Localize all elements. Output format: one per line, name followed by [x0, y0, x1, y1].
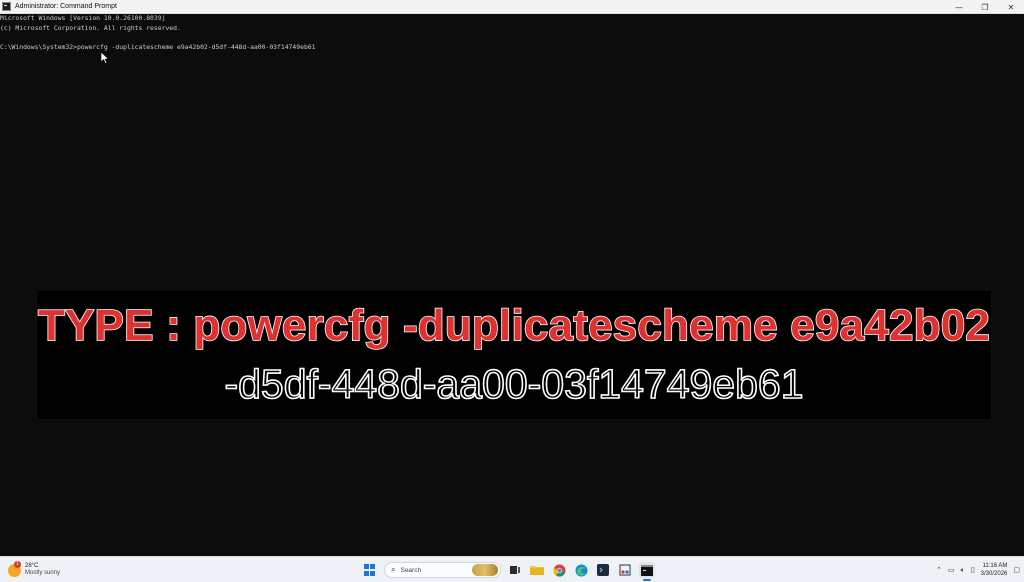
active-app-indicator — [643, 579, 651, 581]
close-button[interactable]: ✕ — [998, 0, 1024, 14]
search-placeholder: Search — [400, 566, 422, 574]
weather-temperature: 28°C — [25, 563, 39, 569]
console-line: (c) Microsoft Corporation. All rights re… — [0, 23, 181, 32]
mouse-pointer-icon — [101, 52, 109, 64]
battery-icon[interactable]: ▯ — [971, 566, 975, 574]
terminal-icon — [597, 564, 609, 576]
command-prompt-app-icon — [2, 2, 11, 11]
notification-icon[interactable]: ▢ — [1013, 566, 1020, 574]
taskbar-apps: ⌕ Search — [362, 560, 655, 581]
weather-condition: Mostly sunny — [25, 570, 61, 576]
command-prompt-icon — [641, 564, 653, 576]
taskbar: 1 28°C Mostly sunny ⌕ Search ⌃ ▭ 🔈︎ ▯ 11… — [0, 556, 1024, 582]
volume-icon[interactable]: 🔈︎ — [961, 566, 965, 575]
console-command-line: C:\Windows\System32>powercfg -duplicates… — [0, 43, 316, 52]
edge-button[interactable] — [573, 562, 589, 578]
chevron-up-icon[interactable]: ⌃ — [936, 566, 942, 574]
window-controls: — ❐ ✕ — [946, 0, 1024, 14]
edge-icon — [575, 564, 587, 576]
search-highlight-icon — [472, 564, 498, 576]
sun-icon: 1 — [8, 560, 21, 577]
snipping-tool-button[interactable] — [617, 562, 633, 578]
maximize-button[interactable]: ❐ — [972, 0, 998, 14]
instruction-banner: TYPE : powercfg -duplicatescheme e9a42b0… — [37, 291, 991, 419]
task-view-button[interactable] — [507, 562, 523, 578]
file-explorer-button[interactable] — [529, 562, 545, 578]
weather-badge: 1 — [14, 560, 21, 568]
taskbar-search-box[interactable]: ⌕ Search — [384, 562, 501, 578]
clock[interactable]: 11:16 AM 3/30/2026 — [981, 562, 1008, 578]
console-line: Microsoft Windows [Version 10.0.26100.80… — [0, 14, 166, 22]
start-button[interactable] — [362, 562, 378, 578]
banner-line-1: TYPE : powercfg -duplicatescheme e9a42b0… — [37, 300, 991, 351]
folder-icon — [530, 566, 544, 575]
clock-time: 11:16 AM — [982, 563, 1008, 569]
network-icon[interactable]: ▭ — [948, 566, 955, 574]
clock-date: 3/30/2026 — [980, 571, 1008, 577]
search-icon: ⌕ — [391, 565, 396, 574]
console-output[interactable]: Microsoft Windows [Version 10.0.26100.80… — [0, 14, 1024, 556]
title-bar[interactable]: Administrator: Command Prompt — ❐ ✕ — [0, 0, 1024, 14]
snipping-icon — [619, 564, 631, 576]
chrome-icon — [552, 564, 565, 577]
task-view-icon — [510, 566, 520, 574]
banner-line-2: -d5df-448d-aa00-03f14749eb61 — [224, 360, 805, 408]
terminal-button[interactable] — [595, 562, 611, 578]
window-title: Administrator: Command Prompt — [15, 3, 117, 10]
chrome-button[interactable] — [551, 562, 567, 578]
windows-logo-icon — [364, 564, 376, 576]
system-tray: ⌃ ▭ 🔈︎ ▯ 11:16 AM 3/30/2026 ▢ — [936, 560, 1020, 580]
minimize-button[interactable]: — — [946, 0, 972, 14]
command-prompt-taskbar-button[interactable] — [639, 562, 655, 581]
weather-widget[interactable]: 1 28°C Mostly sunny — [8, 560, 60, 580]
